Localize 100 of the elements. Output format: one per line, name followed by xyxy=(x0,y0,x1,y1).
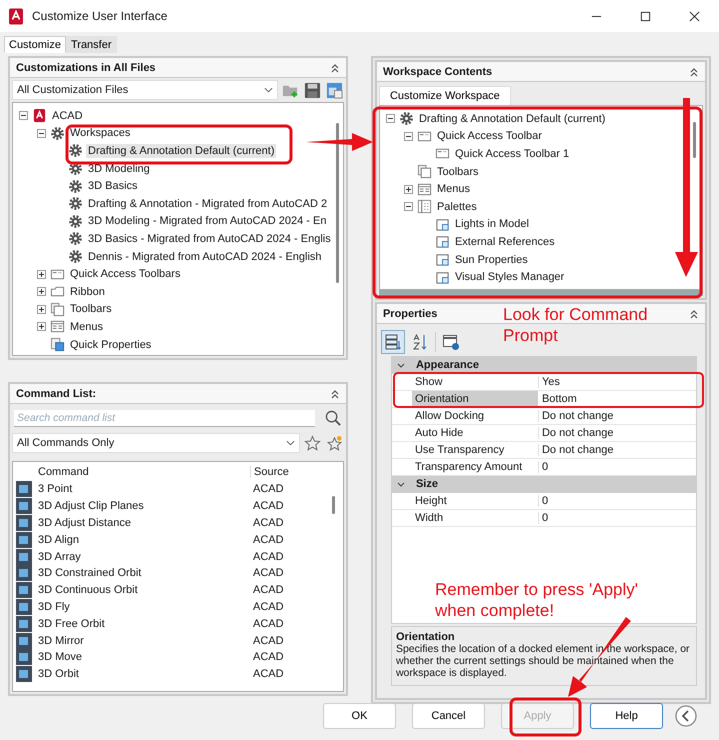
tree-item[interactable]: Drafting & Annotation Default (current) xyxy=(416,112,608,126)
tree-item[interactable]: Sun Properties xyxy=(452,252,530,267)
table-cell[interactable]: 3D Fly xyxy=(35,600,250,613)
dialog-button[interactable]: Cancel xyxy=(412,703,485,729)
table-cell-text: ACAD xyxy=(252,668,284,680)
property-value[interactable]: Do not change xyxy=(538,444,614,456)
close-icon[interactable] xyxy=(689,10,700,22)
tree-item[interactable]: ACAD xyxy=(50,108,85,123)
table-cell[interactable]: 3D Adjust Distance xyxy=(35,516,250,529)
tree-item[interactable]: Quick Access Toolbar xyxy=(434,129,544,144)
collapse-panel-icon[interactable] xyxy=(689,308,699,318)
collapse-icon[interactable] xyxy=(37,128,46,138)
tree-item[interactable]: Quick Access Toolbar 1 xyxy=(452,146,572,161)
column-header[interactable]: Source xyxy=(251,466,289,478)
tree-item[interactable]: Quick Properties xyxy=(68,338,154,352)
table-cell[interactable]: 3D Continuous Orbit xyxy=(35,584,250,596)
dialog-button[interactable]: OK xyxy=(323,703,396,729)
command-icon xyxy=(16,649,32,666)
property-name[interactable]: Auto Hide xyxy=(412,427,538,439)
expand-icon[interactable] xyxy=(404,184,413,194)
property-name[interactable]: Transparency Amount xyxy=(412,461,538,473)
property-value[interactable]: 0 xyxy=(538,512,548,524)
star-icon[interactable] xyxy=(326,434,343,452)
dialog-button[interactable]: Help xyxy=(590,703,663,729)
gear-icon xyxy=(68,196,83,212)
tree-item[interactable]: Menus xyxy=(68,320,106,334)
tree-item[interactable]: 3D Modeling - Migrated from AutoCAD 2024 - En xyxy=(86,214,328,228)
tree-item[interactable]: External References xyxy=(452,234,557,249)
scrollbar[interactable] xyxy=(336,123,339,283)
expand-icon[interactable] xyxy=(37,270,46,279)
tree-item[interactable]: Lights in Model xyxy=(452,217,531,232)
tree-item[interactable]: Drafting & Annotation - Migrated from AutoCAD 2 xyxy=(86,196,330,211)
star-icon[interactable] xyxy=(304,434,321,452)
tab[interactable]: Transfer xyxy=(66,36,117,53)
property-name[interactable]: Height xyxy=(412,495,538,507)
save-icon[interactable] xyxy=(304,82,321,98)
table-cell[interactable]: 3D Mirror xyxy=(35,634,250,647)
expand-icon[interactable] xyxy=(37,287,46,296)
tree-item[interactable]: Dennis - Migrated from AutoCAD 2024 - English xyxy=(86,250,324,264)
file-dropdown[interactable]: All Customization Files xyxy=(12,80,278,100)
filter-dropdown[interactable]: All Commands Only xyxy=(12,433,300,453)
collapse-icon[interactable] xyxy=(404,202,413,212)
palettes-icon xyxy=(416,199,432,214)
caret-icon[interactable] xyxy=(264,87,273,93)
scrollbar[interactable] xyxy=(332,496,335,514)
tree-item[interactable]: Drafting & Annotation Default (current) xyxy=(86,144,276,158)
tree-item[interactable]: Ribbon xyxy=(68,284,107,299)
property-value[interactable]: 0 xyxy=(538,461,548,473)
table-cell[interactable]: 3D Align xyxy=(35,534,250,546)
property-value[interactable]: Do not change xyxy=(538,410,614,422)
tree-item[interactable]: Menus xyxy=(434,182,472,196)
collapse-icon[interactable] xyxy=(396,480,406,490)
back-icon[interactable] xyxy=(675,705,697,727)
property-name[interactable]: Orientation xyxy=(412,393,538,405)
tree-item[interactable]: 3D Basics xyxy=(86,179,140,194)
table-cell[interactable]: 3 Point xyxy=(35,483,250,496)
categorized-icon[interactable] xyxy=(380,330,405,354)
property-name[interactable]: Use Transparency xyxy=(412,444,538,456)
property-value[interactable]: Bottom xyxy=(538,393,577,405)
table-cell[interactable]: 3D Constrained Orbit xyxy=(35,567,250,580)
tree-item[interactable]: Visual Styles Manager xyxy=(452,270,566,284)
table-cell[interactable]: 3D Move xyxy=(35,651,250,664)
tree-item[interactable]: Workspaces xyxy=(68,126,132,140)
collapse-icon[interactable] xyxy=(386,114,395,124)
collapse-icon[interactable] xyxy=(404,132,413,141)
maximize-icon[interactable] xyxy=(640,10,651,22)
expand-icon[interactable] xyxy=(37,304,46,314)
tree-item[interactable]: Toolbars xyxy=(68,302,114,316)
table-cell[interactable]: 3D Adjust Clip Planes xyxy=(35,500,250,512)
tree-item[interactable]: Palettes xyxy=(434,200,479,214)
collapse-icon[interactable] xyxy=(396,360,406,370)
scrollbar[interactable] xyxy=(693,122,696,158)
collapse-panel-icon[interactable] xyxy=(330,62,340,72)
property-value[interactable]: Yes xyxy=(538,376,560,388)
property-name[interactable]: Width xyxy=(412,512,538,524)
tree-item[interactable]: 3D Modeling xyxy=(86,162,152,176)
tree-item[interactable]: Quick Access Toolbars xyxy=(68,267,182,282)
collapse-panel-icon[interactable] xyxy=(330,388,340,398)
search-icon[interactable] xyxy=(324,410,342,427)
command-icon xyxy=(16,481,32,498)
property-value[interactable]: Do not change xyxy=(538,427,614,439)
property-name[interactable]: Allow Docking xyxy=(412,410,538,422)
search-field[interactable]: Search command list xyxy=(14,410,315,427)
collapse-panel-icon[interactable] xyxy=(689,66,699,76)
tab[interactable]: Customize Workspace xyxy=(378,86,511,105)
table-cell[interactable]: 3D Array xyxy=(35,550,250,563)
table-cell[interactable]: 3D Free Orbit xyxy=(35,618,250,630)
tree-item[interactable]: Toolbars xyxy=(434,164,481,179)
window-icon[interactable] xyxy=(326,82,343,98)
property-value[interactable]: 0 xyxy=(538,495,548,507)
tree-item[interactable]: 3D Basics - Migrated from AutoCAD 2024 - Englis xyxy=(86,232,333,246)
collapse-icon[interactable] xyxy=(19,111,28,120)
property-name[interactable]: Show xyxy=(412,376,538,388)
expand-icon[interactable] xyxy=(37,322,46,332)
description-text: Specifies the location of a docked element in the workspace, or whether the current settings should be maintained when the workspace is displayed. xyxy=(396,643,691,679)
table-cell[interactable]: 3D Orbit xyxy=(35,668,250,680)
column-header[interactable]: Command xyxy=(35,466,251,478)
caret-icon[interactable] xyxy=(286,440,295,446)
tab[interactable]: Customize xyxy=(4,36,66,53)
command-icon xyxy=(16,666,32,682)
